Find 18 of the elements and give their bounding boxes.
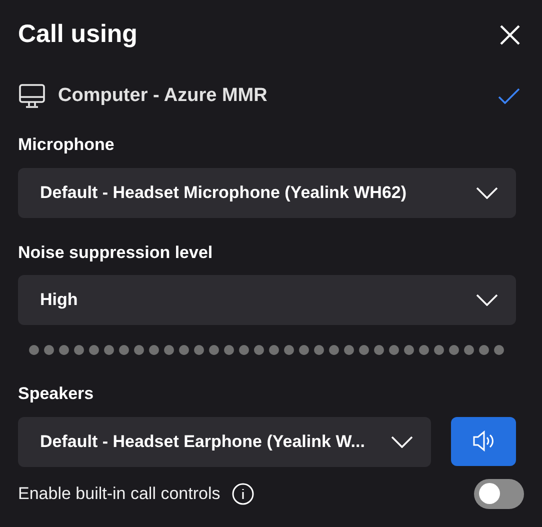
dialog-title: Call using: [18, 19, 138, 50]
field-label: Microphone: [18, 134, 116, 156]
device-option[interactable]: Computer - Azure MMR: [18, 80, 524, 112]
dropdown[interactable]: Default - Headset Earphone (Yealink W...: [18, 416, 431, 466]
dropdown[interactable]: High: [18, 275, 516, 325]
speaker-icon: [472, 430, 496, 452]
chevron-down-icon: [391, 436, 413, 448]
toggle-switch[interactable]: [474, 478, 524, 508]
field-label: Speakers: [18, 383, 95, 405]
field-label: Noise suppression level: [18, 242, 214, 264]
info-icon[interactable]: [232, 482, 254, 504]
chevron-down-icon: [476, 294, 498, 306]
speaker-test-button[interactable]: [451, 416, 516, 466]
dropdown[interactable]: Default - Headset Microphone (Yealink WH62): [18, 168, 516, 218]
chevron-down-icon: [476, 186, 498, 198]
setting-label: Enable built-in call controls: [18, 482, 220, 505]
close-button[interactable]: [498, 23, 522, 47]
monitor-icon: [18, 82, 46, 110]
